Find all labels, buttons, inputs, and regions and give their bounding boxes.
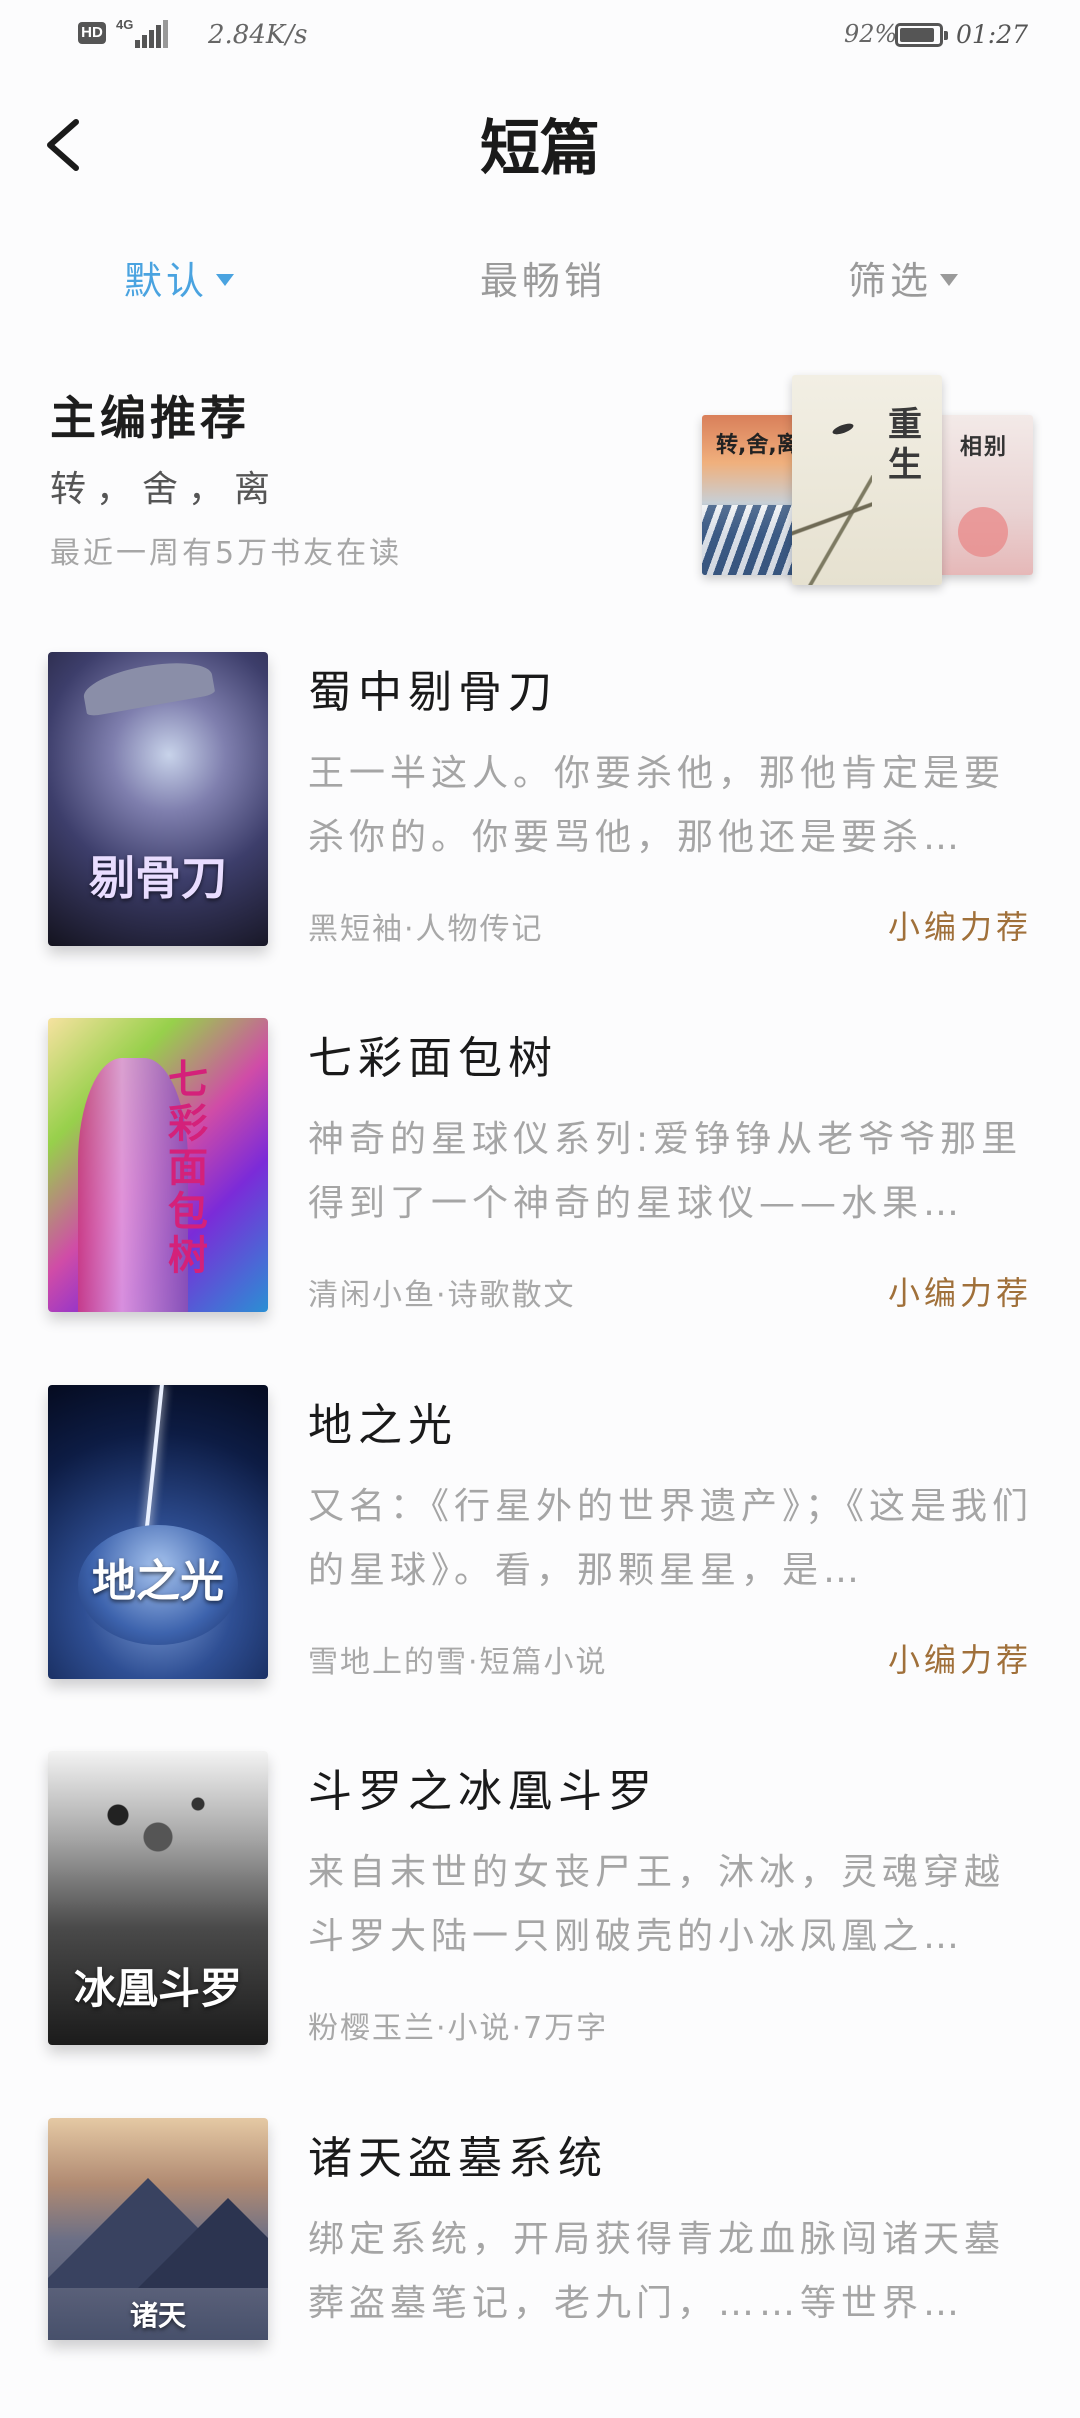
book-tag: 小编力荐: [887, 1641, 1032, 1679]
book-cover: 七彩面包树: [48, 1018, 268, 1312]
recommend-covers: 转,舍,离 相别 重生: [700, 375, 1040, 585]
book-title: 斗罗之冰凰斗罗: [308, 1766, 658, 1817]
list-item[interactable]: 剔骨刀 蜀中剔骨刀 王一半这人。你要杀他，那他肯定是要杀你的。你要骂他，那他还是…: [0, 652, 1080, 952]
network-speed: 2.84K/s: [208, 20, 308, 50]
book-cover: 相别: [938, 415, 1033, 575]
book-cover: 重生: [792, 375, 942, 585]
tab-label: 筛选: [848, 259, 933, 303]
cover-title: 七彩面包树: [168, 1057, 208, 1279]
book-cover: 剔骨刀: [48, 652, 268, 946]
list-item[interactable]: 诸天 诸天盗墓系统 绑定系统，开局获得青龙血脉闯诸天墓葬盗墓笔记，老九门，……等…: [0, 2118, 1080, 2418]
cover-title: 重生: [888, 405, 922, 485]
cover-title: 诸天: [129, 2299, 186, 2332]
list-item[interactable]: 冰凰斗罗 斗罗之冰凰斗罗 来自末世的女丧尸王，沐冰，灵魂穿越斗罗大陆一只刚破壳的…: [0, 1751, 1080, 2051]
tab-bestselling[interactable]: 最畅销: [480, 250, 606, 305]
book-title: 蜀中剔骨刀: [308, 667, 558, 718]
dropdown-arrow-icon: [216, 273, 235, 286]
tab-label: 最畅销: [480, 259, 607, 303]
tab-label: 默认: [124, 259, 209, 303]
recommend-subtitle: 转，舍，离: [50, 469, 281, 510]
page-title: 短篇: [480, 114, 600, 184]
book-title: 地之光: [308, 1400, 458, 1451]
dropdown-arrow-icon: [940, 273, 959, 286]
book-meta: 雪地上的雪·短篇小说: [308, 1645, 608, 1680]
cover-title: 剔骨刀: [89, 851, 227, 905]
battery-icon: [895, 23, 948, 47]
cover-title: 冰凰斗罗: [73, 1964, 242, 2013]
book-title: 七彩面包树: [308, 1033, 558, 1084]
book-description: 王一半这人。你要杀他，那他肯定是要杀你的。你要骂他，那他还是要杀…: [308, 753, 1006, 858]
list-item[interactable]: 七彩面包树 七彩面包树 神奇的星球仪系列:爱铮铮从老爷爷那里得到了一个神奇的星球…: [0, 1018, 1080, 1318]
cover-title: 转,舍,离: [716, 433, 799, 458]
book-description: 神奇的星球仪系列:爱铮铮从老爷爷那里得到了一个神奇的星球仪——水果…: [308, 1119, 1023, 1224]
book-title: 诸天盗墓系统: [308, 2133, 608, 2184]
book-description: 绑定系统，开局获得青龙血脉闯诸天墓葬盗墓笔记，老九门，……等世界…: [308, 2219, 1006, 2324]
book-meta: 粉樱玉兰·小说·7万字: [308, 2011, 609, 2046]
book-tag: 小编力荐: [887, 1274, 1032, 1312]
book-cover: 地之光: [48, 1385, 268, 1679]
status-bar: HD 4G 2.84K/s 92% 01:27: [0, 0, 1080, 74]
book-cover: 诸天: [48, 2118, 268, 2340]
book-description: 来自末世的女丧尸王，沐冰，灵魂穿越斗罗大陆一只刚破壳的小冰凤凰之…: [308, 1852, 1006, 1957]
book-meta: 清闲小鱼·诗歌散文: [308, 1278, 576, 1313]
hd-badge: HD: [78, 22, 106, 44]
network-type: 4G: [116, 17, 134, 32]
recommend-readers: 最近一周有5万书友在读: [50, 536, 403, 571]
signal-icon: [135, 20, 169, 48]
book-tag: 小编力荐: [887, 908, 1032, 946]
list-item[interactable]: 地之光 地之光 又名：《行星外的世界遗产》；《这是我们的星球》。看，那颗星星，是…: [0, 1385, 1080, 1685]
tab-filter[interactable]: 筛选: [848, 250, 959, 305]
book-description: 又名：《行星外的世界遗产》；《这是我们的星球》。看，那颗星星，是…: [308, 1486, 1034, 1591]
book-cover: 冰凰斗罗: [48, 1751, 268, 2045]
battery-percent: 92%: [844, 20, 898, 48]
book-cover: 转,舍,离: [702, 415, 802, 575]
clock: 01:27: [956, 20, 1029, 49]
cover-title: 地之光: [92, 1556, 224, 1607]
editor-recommend-card[interactable]: 主编推荐 转，舍，离 最近一周有5万书友在读 转,舍,离 相别 重生: [0, 360, 1080, 600]
cover-title: 相别: [960, 435, 1009, 460]
recommend-title: 主编推荐: [50, 391, 250, 445]
book-meta: 黑短袖·人物传记: [308, 912, 544, 947]
tab-default[interactable]: 默认: [124, 250, 235, 305]
